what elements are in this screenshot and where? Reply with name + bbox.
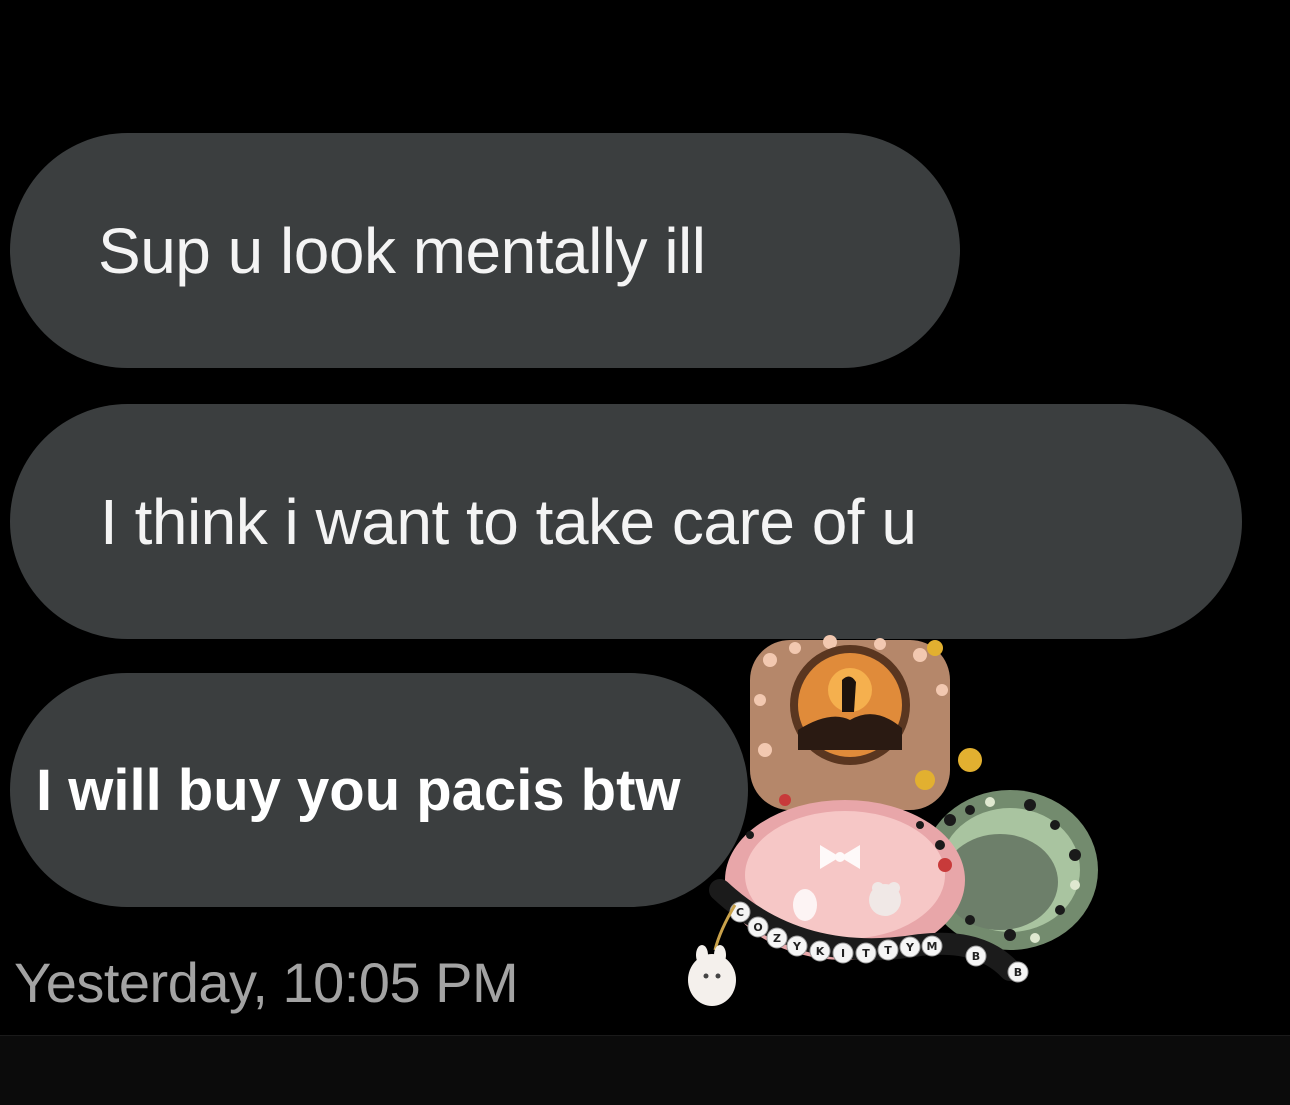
message-text: I will buy you pacis btw bbox=[36, 757, 681, 823]
pacifier-sticker-icon: CO ZY KI TT YM BB bbox=[688, 635, 1098, 1006]
message-bubble[interactable]: Sup u look mentally ill bbox=[10, 133, 960, 368]
message-bubble[interactable]: I think i want to take care of u bbox=[10, 404, 1242, 639]
svg-text:Z: Z bbox=[773, 932, 781, 945]
svg-text:M: M bbox=[927, 940, 938, 953]
svg-text:O: O bbox=[753, 921, 762, 934]
svg-text:B: B bbox=[1014, 966, 1022, 979]
bottom-bar bbox=[0, 1035, 1290, 1105]
chat-screen: Sup u look mentally ill I think i want t… bbox=[0, 0, 1290, 1105]
message-text: I think i want to take care of u bbox=[100, 485, 917, 558]
top-bar bbox=[0, 0, 1290, 100]
message-bubble[interactable]: I will buy you pacis btw bbox=[10, 673, 748, 907]
svg-text:I: I bbox=[841, 947, 845, 960]
svg-text:C: C bbox=[736, 906, 744, 919]
svg-text:B: B bbox=[972, 950, 980, 963]
svg-text:Y: Y bbox=[905, 941, 915, 954]
sunset-medallion-icon bbox=[750, 635, 982, 810]
message-text: Sup u look mentally ill bbox=[98, 214, 706, 287]
svg-text:Y: Y bbox=[792, 940, 802, 953]
bunny-charm-icon bbox=[688, 904, 737, 1006]
message-timestamp: Yesterday, 10:05 PM bbox=[14, 951, 519, 1014]
svg-text:K: K bbox=[816, 945, 825, 958]
svg-text:T: T bbox=[862, 947, 870, 960]
svg-text:T: T bbox=[884, 944, 892, 957]
